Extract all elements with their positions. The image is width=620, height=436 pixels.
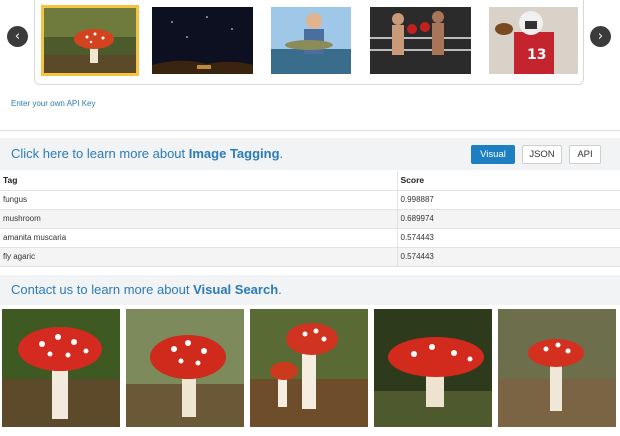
image-tagging-header: Click here to learn more about Image Tag… bbox=[0, 138, 620, 170]
score-cell: 0.689974 bbox=[396, 209, 620, 229]
result-image[interactable] bbox=[2, 309, 120, 427]
api-key-link[interactable]: Enter your own API Key bbox=[11, 99, 96, 108]
score-cell: 0.574443 bbox=[396, 228, 620, 248]
tag-cell: fly agaric bbox=[0, 247, 397, 267]
score-cell: 0.998887 bbox=[396, 190, 620, 210]
thumbnail-fisherman[interactable] bbox=[271, 7, 351, 74]
title-suffix: . bbox=[278, 282, 282, 297]
visual-search-header: Contact us to learn more about Visual Se… bbox=[0, 275, 620, 305]
thumbnail-boxing[interactable] bbox=[370, 7, 471, 74]
table-row: amanita muscaria 0.574443 bbox=[0, 228, 620, 248]
result-image[interactable] bbox=[250, 309, 368, 427]
carousel-next-icon[interactable]: › bbox=[590, 26, 611, 47]
visual-search-link[interactable]: Contact us to learn more about Visual Se… bbox=[11, 282, 282, 297]
tag-cell: mushroom bbox=[0, 209, 397, 229]
table-row: fungus 0.998887 bbox=[0, 190, 620, 210]
title-suffix: . bbox=[279, 146, 284, 161]
tag-cell: fungus bbox=[0, 190, 397, 210]
table-header-row: Tag Score bbox=[0, 171, 620, 191]
table-row: mushroom 0.689974 bbox=[0, 209, 620, 229]
title-prefix: Contact us to learn more about bbox=[11, 282, 194, 297]
image-tagging-link[interactable]: Click here to learn more about Image Tag… bbox=[11, 146, 283, 161]
score-cell: 0.574443 bbox=[396, 247, 620, 267]
title-bold: Image Tagging bbox=[188, 146, 280, 161]
visual-button[interactable]: Visual bbox=[471, 145, 515, 164]
json-button[interactable]: JSON bbox=[522, 145, 562, 164]
api-button[interactable]: API bbox=[569, 145, 601, 164]
title-bold: Visual Search bbox=[193, 282, 279, 297]
result-image[interactable] bbox=[126, 309, 244, 427]
tag-table: Tag Score fungus 0.998887 mushroom 0.689… bbox=[0, 171, 620, 267]
title-prefix: Click here to learn more about bbox=[11, 146, 189, 161]
column-header-tag: Tag bbox=[0, 171, 397, 191]
thumbnail-mushroom[interactable] bbox=[41, 5, 139, 76]
divider bbox=[0, 130, 620, 131]
image-carousel: ‹ 13 › bbox=[0, 0, 620, 92]
tag-cell: amanita muscaria bbox=[0, 228, 397, 248]
svg-text:13: 13 bbox=[527, 47, 546, 63]
thumbnail-football-player[interactable]: 13 bbox=[489, 7, 578, 74]
visual-search-results bbox=[0, 309, 620, 436]
result-image[interactable] bbox=[498, 309, 616, 427]
result-image[interactable] bbox=[374, 309, 492, 427]
column-header-score: Score bbox=[396, 171, 620, 191]
carousel-prev-icon[interactable]: ‹ bbox=[7, 26, 28, 47]
thumbnail-night-sky[interactable] bbox=[152, 7, 253, 74]
table-row: fly agaric 0.574443 bbox=[0, 247, 620, 267]
